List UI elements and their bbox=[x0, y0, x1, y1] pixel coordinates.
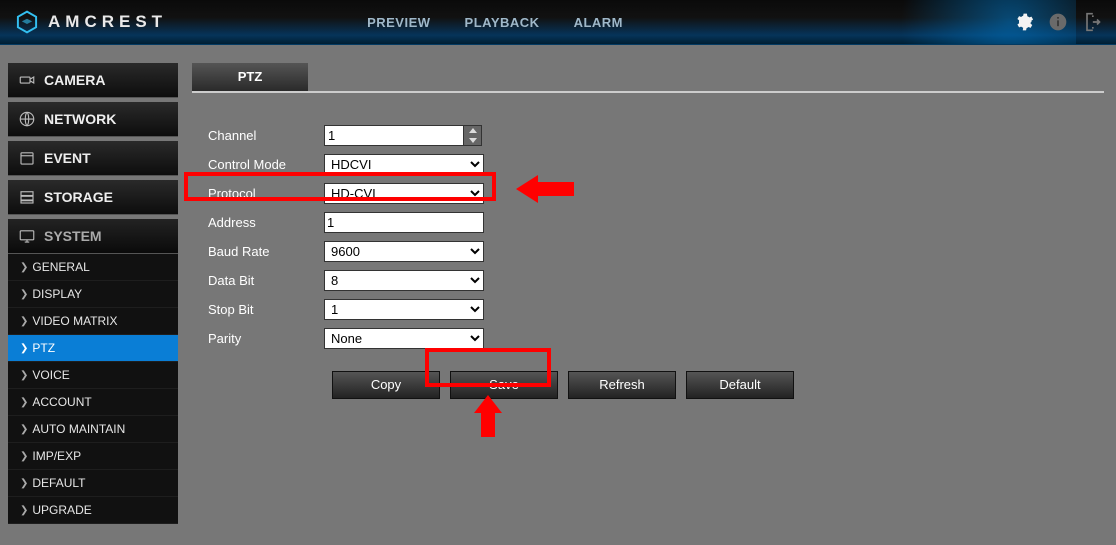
button-row: Copy Save Refresh Default bbox=[200, 371, 1096, 399]
address-input[interactable] bbox=[324, 212, 484, 233]
channel-down-icon[interactable] bbox=[464, 136, 481, 146]
storage-icon bbox=[18, 188, 36, 206]
sidebar-item-auto-maintain[interactable]: ❯ AUTO MAINTAIN bbox=[8, 416, 178, 443]
monitor-icon bbox=[18, 227, 36, 245]
databit-select[interactable]: 8 bbox=[324, 270, 484, 291]
sidebar-item-label: ACCOUNT bbox=[32, 395, 91, 409]
sidebar-item-label: DISPLAY bbox=[32, 287, 82, 301]
channel-input[interactable] bbox=[324, 125, 464, 146]
sidebar-item-voice[interactable]: ❯ VOICE bbox=[8, 362, 178, 389]
chevron-right-icon: ❯ bbox=[20, 505, 28, 516]
info-icon[interactable] bbox=[1048, 12, 1068, 32]
sidebar-item-account[interactable]: ❯ ACCOUNT bbox=[8, 389, 178, 416]
copy-button[interactable]: Copy bbox=[332, 371, 440, 399]
stopbit-select[interactable]: 1 bbox=[324, 299, 484, 320]
sidebar-item-default[interactable]: ❯ DEFAULT bbox=[8, 470, 178, 497]
chevron-right-icon: ❯ bbox=[20, 316, 28, 327]
chevron-right-icon: ❯ bbox=[20, 397, 28, 408]
gear-icon[interactable] bbox=[1014, 12, 1034, 32]
chevron-right-icon: ❯ bbox=[20, 424, 28, 435]
tab-ptz[interactable]: PTZ bbox=[192, 63, 308, 91]
ptz-form-panel: Channel Control Mode HDCVI Protocol bbox=[192, 91, 1104, 407]
sidebar-item-video-matrix[interactable]: ❯ VIDEO MATRIX bbox=[8, 308, 178, 335]
sidebar-system-subitems: ❯ GENERAL ❯ DISPLAY ❯ VIDEO MATRIX ❯ PTZ ❯ VO… bbox=[8, 254, 178, 524]
sidebar-system[interactable]: SYSTEM bbox=[8, 219, 178, 254]
save-button[interactable]: Save bbox=[450, 371, 558, 399]
parity-label: Parity bbox=[200, 331, 324, 346]
top-nav: PREVIEW PLAYBACK ALARM bbox=[367, 15, 623, 30]
nav-alarm[interactable]: ALARM bbox=[574, 15, 623, 30]
sidebar-item-imp-exp[interactable]: ❯ IMP/EXP bbox=[8, 443, 178, 470]
sidebar-item-display[interactable]: ❯ DISPLAY bbox=[8, 281, 178, 308]
tabbar: PTZ bbox=[192, 63, 1104, 91]
sidebar-item-ptz[interactable]: ❯ PTZ bbox=[8, 335, 178, 362]
nav-playback[interactable]: PLAYBACK bbox=[465, 15, 540, 30]
sidebar-item-label: DEFAULT bbox=[32, 476, 85, 490]
sidebar-camera-label: CAMERA bbox=[44, 72, 105, 88]
stopbit-label: Stop Bit bbox=[200, 302, 324, 317]
sidebar-item-label: VOICE bbox=[32, 368, 69, 382]
sidebar-item-label: UPGRADE bbox=[32, 503, 91, 517]
brand-logo: AMCREST bbox=[14, 9, 167, 35]
sidebar-storage-label: STORAGE bbox=[44, 189, 113, 205]
chevron-right-icon: ❯ bbox=[20, 478, 28, 489]
sidebar-item-upgrade[interactable]: ❯ UPGRADE bbox=[8, 497, 178, 524]
default-button[interactable]: Default bbox=[686, 371, 794, 399]
control-mode-label: Control Mode bbox=[200, 157, 324, 172]
databit-label: Data Bit bbox=[200, 273, 324, 288]
sidebar: CAMERA NETWORK EVENT STORAGE SYSTEM ❯ GEN… bbox=[8, 63, 178, 524]
nav-preview[interactable]: PREVIEW bbox=[367, 15, 430, 30]
refresh-button[interactable]: Refresh bbox=[568, 371, 676, 399]
chevron-right-icon: ❯ bbox=[20, 262, 28, 273]
main-panel: PTZ Channel Control Mode HDCVI bbox=[178, 63, 1116, 524]
sidebar-item-label: PTZ bbox=[32, 341, 55, 355]
chevron-right-icon: ❯ bbox=[20, 289, 28, 300]
sidebar-storage[interactable]: STORAGE bbox=[8, 180, 178, 215]
channel-label: Channel bbox=[200, 128, 324, 143]
sidebar-item-label: GENERAL bbox=[32, 260, 89, 274]
protocol-select[interactable]: HD-CVI bbox=[324, 183, 484, 204]
annotation-arrow-left-icon bbox=[516, 175, 574, 203]
sidebar-event[interactable]: EVENT bbox=[8, 141, 178, 176]
address-label: Address bbox=[200, 215, 324, 230]
globe-icon bbox=[18, 110, 36, 128]
sidebar-item-label: IMP/EXP bbox=[32, 449, 81, 463]
channel-up-icon[interactable] bbox=[464, 126, 481, 136]
sidebar-network[interactable]: NETWORK bbox=[8, 102, 178, 137]
baud-select[interactable]: 9600 bbox=[324, 241, 484, 262]
camera-icon bbox=[18, 71, 36, 89]
header-icons bbox=[1014, 12, 1102, 32]
sidebar-network-label: NETWORK bbox=[44, 111, 116, 127]
protocol-label: Protocol bbox=[200, 186, 324, 201]
control-mode-select[interactable]: HDCVI bbox=[324, 154, 484, 175]
hexagon-logo-icon bbox=[14, 9, 40, 35]
baud-label: Baud Rate bbox=[200, 244, 324, 259]
channel-field[interactable] bbox=[324, 125, 484, 146]
top-header: AMCREST PREVIEW PLAYBACK ALARM bbox=[0, 0, 1116, 45]
logout-icon[interactable] bbox=[1082, 12, 1102, 32]
sidebar-camera[interactable]: CAMERA bbox=[8, 63, 178, 98]
event-icon bbox=[18, 149, 36, 167]
brand-text: AMCREST bbox=[48, 12, 167, 32]
sidebar-event-label: EVENT bbox=[44, 150, 91, 166]
annotation-arrow-up-icon bbox=[474, 395, 502, 437]
chevron-right-icon: ❯ bbox=[20, 370, 28, 381]
sidebar-system-label: SYSTEM bbox=[44, 228, 102, 244]
chevron-right-icon: ❯ bbox=[20, 343, 28, 354]
sidebar-item-label: VIDEO MATRIX bbox=[32, 314, 117, 328]
sidebar-item-general[interactable]: ❯ GENERAL bbox=[8, 254, 178, 281]
chevron-right-icon: ❯ bbox=[20, 451, 28, 462]
sidebar-item-label: AUTO MAINTAIN bbox=[32, 422, 125, 436]
parity-select[interactable]: None bbox=[324, 328, 484, 349]
